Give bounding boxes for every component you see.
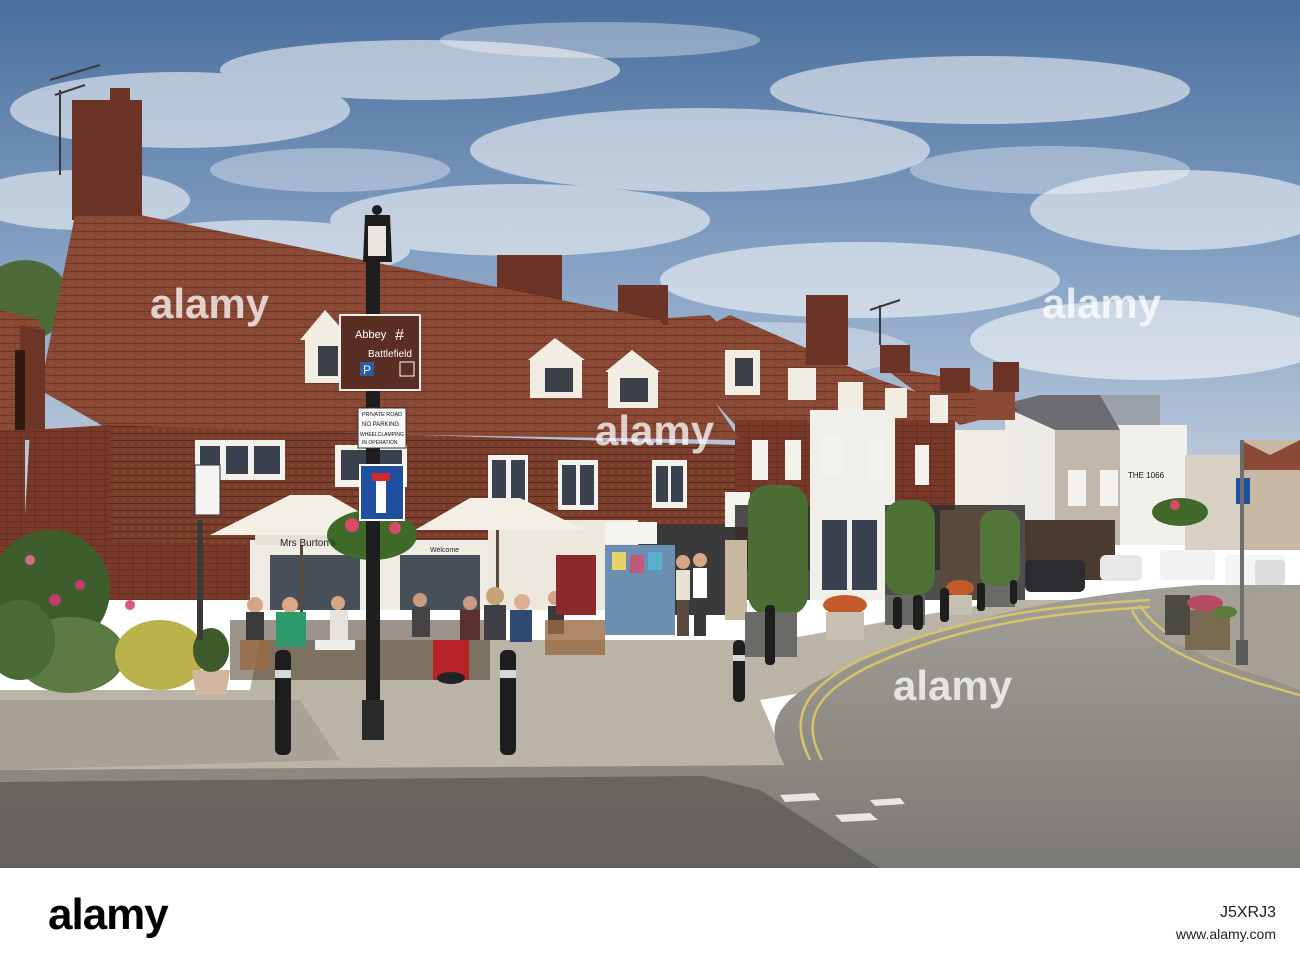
notice-sign: PRIVATE ROAD NO PARKING WHEELCLAMPING IN… bbox=[357, 407, 407, 449]
image-id: J5XRJ3 bbox=[1219, 904, 1276, 921]
building-name-sign: THE 1066 bbox=[1128, 471, 1165, 480]
no-through-road-sign bbox=[359, 464, 405, 521]
sign-battlefield-text: Battlefield bbox=[368, 349, 412, 360]
watermark-3: alamy bbox=[1042, 280, 1162, 327]
watermark-2: alamy bbox=[595, 407, 715, 454]
shop-a-board bbox=[194, 464, 221, 516]
direction-sign: Abbey Battlefield # P bbox=[339, 314, 421, 391]
cafe-sign: Mrs Burton's bbox=[280, 538, 336, 549]
notice-line-3: WHEELCLAMPING bbox=[360, 432, 404, 438]
notice-line-2: NO PARKING bbox=[362, 422, 400, 428]
watermark-1: alamy bbox=[150, 280, 270, 327]
abbey-glyph: # bbox=[395, 327, 404, 344]
watermark-4: alamy bbox=[893, 662, 1013, 709]
sign-abbey-text: Abbey bbox=[355, 329, 387, 341]
alamy-logo: alamy bbox=[48, 890, 169, 939]
parking-symbol: P bbox=[363, 363, 371, 377]
notice-line-4: IN OPERATION bbox=[362, 440, 398, 446]
notice-line-1: PRIVATE ROAD bbox=[362, 412, 402, 418]
footer-url: www.alamy.com bbox=[1175, 926, 1276, 942]
watermark-footer: alamy J5XRJ3 www.alamy.com bbox=[0, 868, 1300, 958]
street-photo: Abbey Battlefield # P PRIVATE ROAD NO PA… bbox=[0, 0, 1300, 868]
welcome-sign: Welcome bbox=[430, 547, 459, 554]
